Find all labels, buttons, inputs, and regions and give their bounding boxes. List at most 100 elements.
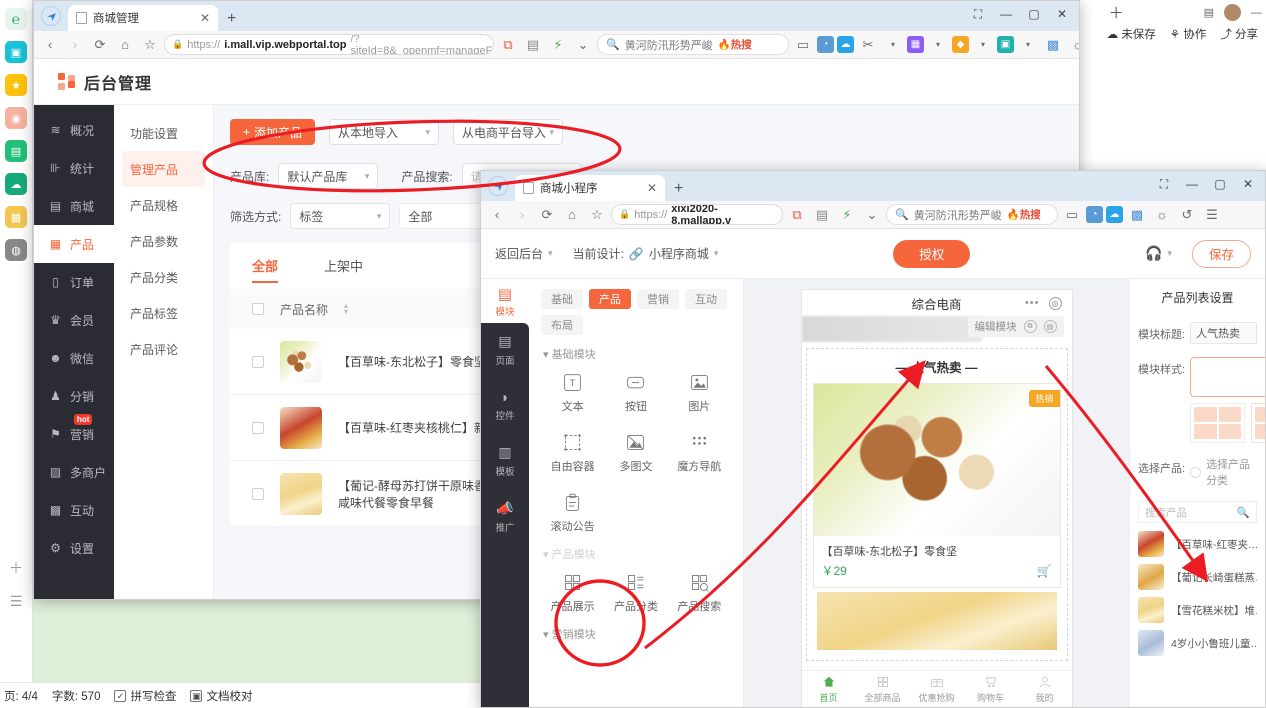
sidebar-item-multishop[interactable]: ▨ 多商户 [34,453,114,491]
bookmark-icon[interactable]: ☆ [586,204,608,226]
browser-window-miniprogram[interactable]: 商城小程序 ✕ + ⛶ — ▢ ✕ ‹ › ⟳ ⌂ ☆ 🔒 https://xi… [480,170,1266,708]
rail-item-widgets[interactable]: ◗ 控件 [495,389,514,422]
list-item[interactable]: 【雪花糕米枕】堆… [1138,597,1257,623]
submenu-item-manage-products[interactable]: 管理产品 [122,151,205,187]
library-select[interactable]: 默认产品库 ▾ [278,163,379,189]
spellcheck-toggle[interactable]: ✓ 拼写检查 [114,688,176,704]
module-text[interactable]: T 文本 [541,366,604,420]
close-button[interactable]: ✕ [1235,173,1261,195]
avatar[interactable] [1224,4,1241,21]
select-all-checkbox[interactable] [252,303,264,315]
module-tab-interaction[interactable]: 互动 [685,289,727,309]
nav-deals[interactable]: 优惠抢购 [910,671,964,707]
rail-item-templates[interactable]: ▥ 模板 [495,444,514,478]
row-checkbox[interactable] [252,487,264,500]
scissors-icon[interactable]: ✂ [857,34,879,56]
app-green-icon[interactable]: ▤ [5,140,27,162]
sort-icon[interactable]: ▴ ▾ [344,302,348,316]
close-icon[interactable]: ✕ [200,11,210,25]
nav-all-goods[interactable]: 全部商品 [856,671,910,707]
panda-icon[interactable]: ◍ [5,239,27,261]
chevron-down-icon-3[interactable]: ▾ [927,34,949,56]
gallery-icon[interactable]: ▦ [5,206,27,228]
win1-titlebar[interactable]: 商城管理 ✕ + ⛶ — ▢ ✕ [34,1,1079,31]
screenshot-icon[interactable]: ▣ [5,41,27,63]
sidebar-item-products[interactable]: ▦ 产品 [34,225,114,263]
edit-module-label[interactable]: 编辑模块 [975,319,1017,334]
module-magic-nav[interactable]: 魔方导航 [668,426,731,480]
delete-icon[interactable]: ▤ [1043,320,1057,333]
group-title-marketing[interactable]: ▾ 营销模块 [543,626,731,642]
support-button[interactable]: 🎧 ▾ [1145,245,1172,262]
close-icon[interactable]: ✕ [647,181,657,195]
lightning-icon[interactable]: ⚡ [547,34,569,56]
win2-toolbar[interactable]: ‹ › ⟳ ⌂ ☆ 🔒 https://xixi2020-8.mallapp.v… [481,201,1265,229]
history-icon[interactable]: ↺ [1176,204,1198,226]
module-tab-layout[interactable]: 布局 [541,315,583,335]
cloud-icon[interactable]: ☁ [5,173,27,195]
list-item[interactable]: 4岁小小鲁班儿童… [1138,630,1257,656]
nav-profile[interactable]: 我的 [1018,671,1072,707]
module-announcement[interactable]: 滚动公告 [541,486,604,540]
back-to-admin-button[interactable]: 返回后台 ▾ [495,245,553,262]
address-bar[interactable]: 🔒 https://xixi2020-8.mallapp.v [611,204,783,225]
list-item[interactable]: 【百草味-红枣夹… [1138,531,1257,557]
nav-cart[interactable]: 购物车 [964,671,1018,707]
tv-icon[interactable]: ▭ [792,34,814,56]
module-container[interactable]: 自由容器 [541,426,604,480]
cloud-blue-icon[interactable]: ☁ [1106,206,1123,223]
bookmark-icon[interactable]: ☆ [139,34,161,56]
save-button[interactable]: 保存 [1192,239,1252,268]
preview-bottom-nav[interactable]: 首页 全部商品 优惠抢购 购物车 我的 [801,670,1072,707]
app-teal-icon[interactable]: ▣ [997,36,1014,53]
submenu-item-product-tags[interactable]: 产品标签 [114,295,213,331]
rail-item-pages[interactable]: ▤ 页面 [495,333,514,367]
tv-icon[interactable]: ▭ [1061,204,1083,226]
sidebar-item-interaction[interactable]: ▩ 互动 [34,491,114,529]
brightness-icon[interactable]: ☼ [1151,204,1173,226]
module-title-input[interactable]: 人气热卖 [1190,322,1257,344]
row-checkbox[interactable] [252,355,264,368]
translate-icon[interactable]: ⧉ [497,34,519,56]
submenu-item-function-settings[interactable]: 功能设置 [114,115,213,151]
phone-preview[interactable]: 综合电商 ••• ◎ 编辑模块 ⧉ ▤ — 人气热卖 — 热销 【百草味-东北松… [800,289,1073,707]
taskbar[interactable]: ℮ ▣ ★ ◉ ▤ ☁ ▦ ◍ ＋ ☰ [0,0,33,708]
address-bar[interactable]: 🔒 https://i.mall.vip.webportal.top/?site… [164,34,494,55]
rail-item-promotion[interactable]: 📣 推广 [495,500,514,534]
search-box[interactable]: 🔍 黄河防汛形势严峻 🔥热搜 [597,34,789,55]
new-tab-button[interactable]: + [665,180,692,201]
star-icon[interactable]: ★ [5,74,27,96]
product-list-module[interactable]: — 人气热卖 — 热销 【百草味-东北松子】零食坚 ￥29 🛒 [805,348,1068,661]
sidebar-item-distribution[interactable]: ♟ 分销 [34,377,114,415]
module-product-search[interactable]: 产品搜索 [668,566,731,620]
screenshot-icon[interactable]: ⛶ [965,3,991,25]
home-icon[interactable]: ⌂ [561,204,583,226]
word-ribbon-icon[interactable]: ▤ [1204,6,1214,19]
screenshot-icon[interactable]: ⛶ [1151,173,1177,195]
list-item[interactable]: 【葡记长崎蛋糕蒸… [1138,564,1257,590]
reader-icon[interactable]: ▤ [811,204,833,226]
translate-icon[interactable]: ⧉ [786,204,808,226]
add-product-button[interactable]: + 添加产品 [230,119,316,145]
sidebar-item-settings[interactable]: ⚙ 设置 [34,529,114,567]
module-tab-product[interactable]: 产品 [589,289,631,309]
maximize-button[interactable]: ▢ [1021,3,1047,25]
current-design-value[interactable]: 小程序商城 [649,245,709,262]
chevron-down-icon-2[interactable]: ▾ [882,34,904,56]
module-image[interactable]: 图片 [668,366,731,420]
cart-icon[interactable]: 🛒 [1037,564,1052,578]
submenu-item-product-specs[interactable]: 产品规格 [114,187,213,223]
sidebar-item-overview[interactable]: ≋ 概况 [34,111,114,149]
back-icon[interactable]: ‹ [486,204,508,226]
sidebar-item-marketing[interactable]: hot ⚑ 营销 [34,414,114,453]
search-icon[interactable]: 🔍 [1237,506,1250,519]
win1-toolbar[interactable]: ‹ › ⟳ ⌂ ☆ 🔒 https://i.mall.vip.webportal… [34,31,1079,59]
module-product-display[interactable]: 产品展示 [541,566,604,620]
app-orange-icon[interactable]: ◆ [952,36,969,53]
admin-sidebar[interactable]: ≋ 概况 ⊪ 统计 ▤ 商城 ▦ 产品 ▯ 订单 ♛ 会员 ☻ 微信 ♟ 分销 … [34,105,114,599]
tab-miniprogram[interactable]: 商城小程序 ✕ [515,175,665,201]
win1-window-controls[interactable]: ⛶ — ▢ ✕ [965,3,1075,25]
apps-grid-icon[interactable]: ▩ [1042,34,1064,56]
product-search-input[interactable]: 搜索产品 🔍 [1138,501,1257,523]
rail-dark-group[interactable]: ▤ 页面 ◗ 控件 ▥ 模板 📣 推广 [481,323,529,707]
